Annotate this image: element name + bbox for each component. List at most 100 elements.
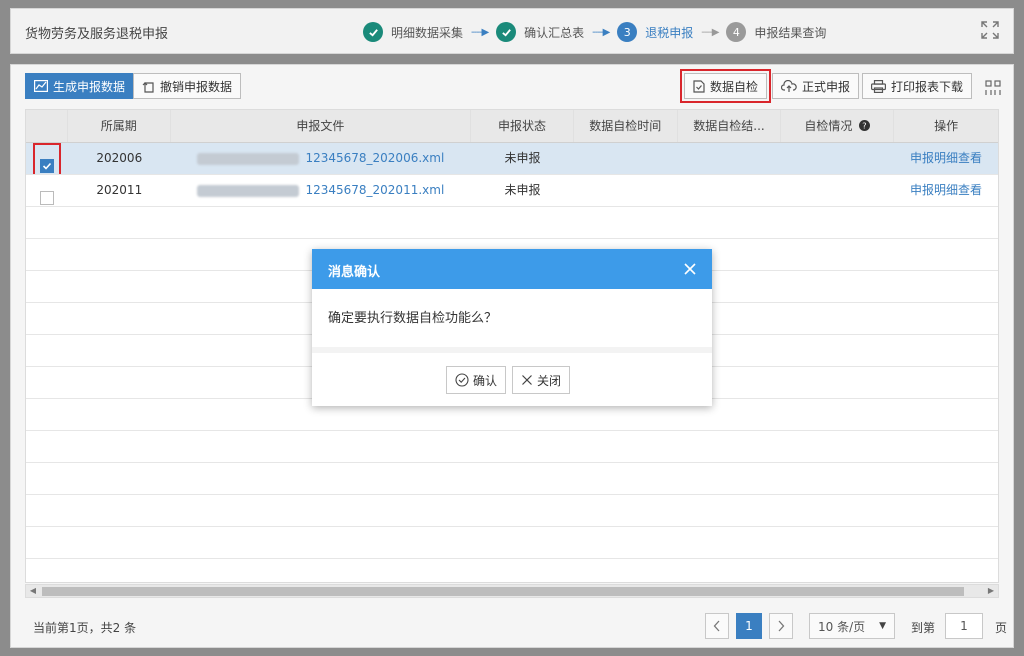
self-check-label: 数据自检 xyxy=(710,79,759,94)
grid-icon[interactable] xyxy=(985,80,1001,96)
dialog-divider xyxy=(312,347,712,353)
revoke-data-button[interactable]: 撤销申报数据 xyxy=(133,73,242,99)
confirm-button[interactable]: 确认 xyxy=(446,366,507,394)
step-2: 确认汇总表 xyxy=(496,22,584,42)
step-number: 4 xyxy=(726,22,747,42)
header-bar: 货物劳务及服务退税申报 明细数据采集 ----▶ 确认汇总表 ----▶ 3 退… xyxy=(10,8,1014,54)
row-select-cell xyxy=(26,143,68,174)
svg-text:?: ? xyxy=(863,121,867,131)
cloud-upload-icon xyxy=(781,79,797,92)
row-checkbox[interactable] xyxy=(35,177,59,206)
step-4: 4 申报结果查询 xyxy=(726,22,826,42)
status-cell: 未申报 xyxy=(504,151,541,165)
scroll-right-icon[interactable]: ▶ xyxy=(984,585,998,597)
dialog-header: 消息确认 xyxy=(312,249,712,289)
check-state-cell xyxy=(781,143,894,174)
arrow-icon: ----▶ xyxy=(592,26,610,38)
horizontal-scrollbar[interactable]: ◀ ▶ xyxy=(25,584,999,598)
check-circle-icon xyxy=(455,373,469,387)
table-row[interactable]: 202011 12345678_202011.xml 未申报 申报明细查看 xyxy=(26,175,998,207)
page-size-value: 10 条/页 xyxy=(818,619,866,634)
check-result-cell xyxy=(678,143,782,174)
scroll-left-icon[interactable]: ◀ xyxy=(26,585,40,597)
step-progress: 明细数据采集 ----▶ 确认汇总表 ----▶ 3 退税申报 ----▶ 4 … xyxy=(363,21,826,43)
file-link[interactable]: 12345678_202006.xml xyxy=(305,151,444,165)
action-cell: 申报明细查看 xyxy=(894,143,998,174)
close-label: 关闭 xyxy=(537,373,562,388)
close-icon[interactable] xyxy=(682,261,698,277)
empty-row xyxy=(26,463,998,495)
close-button[interactable]: 关闭 xyxy=(512,366,571,394)
file-link[interactable]: 12345678_202011.xml xyxy=(305,183,444,197)
column-header: 申报文件 xyxy=(171,110,472,142)
self-check-button[interactable]: 数据自检 xyxy=(679,69,772,103)
step-label: 确认汇总表 xyxy=(524,25,585,40)
file-cell: 12345678_202011.xml xyxy=(171,175,471,206)
pagination-info: 当前第1页，共2 条 xyxy=(33,621,137,635)
next-page-button[interactable] xyxy=(769,613,793,639)
empty-row xyxy=(26,559,998,582)
period-cell: 202006 xyxy=(96,151,143,165)
empty-row xyxy=(26,431,998,463)
goto-label: 到第 xyxy=(911,621,936,635)
chevron-left-icon xyxy=(713,620,720,632)
help-icon[interactable]: ? xyxy=(859,120,871,131)
fullscreen-icon[interactable] xyxy=(981,21,999,39)
caret-down-icon: ▼ xyxy=(879,621,886,631)
submit-button[interactable]: 正式申报 xyxy=(772,73,860,99)
print-download-button[interactable]: 打印报表下载 xyxy=(862,73,973,99)
step-1: 明细数据采集 xyxy=(363,22,463,42)
column-header: 数据自检结... xyxy=(678,110,782,142)
submit-label: 正式申报 xyxy=(802,79,851,94)
empty-row xyxy=(26,495,998,527)
step-label: 申报结果查询 xyxy=(754,25,827,40)
check-icon xyxy=(496,22,517,42)
dialog-title: 消息确认 xyxy=(328,265,381,280)
close-icon xyxy=(522,375,532,385)
chevron-right-icon xyxy=(778,620,785,632)
step-3: 3 退税申报 xyxy=(617,22,693,42)
status-cell: 未申报 xyxy=(504,183,541,197)
revoke-icon xyxy=(142,81,154,93)
column-header-label: 自检情况 xyxy=(804,119,853,133)
check-icon xyxy=(363,22,383,42)
column-header-select xyxy=(26,110,68,142)
row-select-cell xyxy=(26,175,68,206)
check-time-cell xyxy=(574,143,678,174)
page-unit-label: 页 xyxy=(995,621,1008,635)
table-row[interactable]: 202006 12345678_202006.xml 未申报 申报明细查看 xyxy=(26,143,998,175)
page-number-button[interactable]: 1 xyxy=(736,613,762,639)
arrow-icon: ----▶ xyxy=(471,26,489,38)
check-time-cell xyxy=(574,175,678,206)
app-page: 货物劳务及服务退税申报 明细数据采集 ----▶ 确认汇总表 ----▶ 3 退… xyxy=(0,0,1024,656)
column-header: 所属期 xyxy=(68,110,171,142)
row-checkbox[interactable] xyxy=(32,143,61,174)
checkbox-unchecked-icon xyxy=(39,190,54,205)
step-label: 明细数据采集 xyxy=(391,25,464,40)
file-cell: 12345678_202006.xml xyxy=(171,143,471,174)
generate-data-button[interactable]: 生成申报数据 xyxy=(25,73,135,99)
page-size-select[interactable]: 10 条/页 ▼ xyxy=(809,613,895,639)
chart-icon xyxy=(34,80,48,92)
check-state-cell xyxy=(781,175,894,206)
column-header: 操作 xyxy=(934,119,959,133)
column-header-check-state: 自检情况 ? xyxy=(781,110,895,142)
confirm-label: 确认 xyxy=(473,373,498,388)
printer-icon xyxy=(871,79,886,93)
confirm-dialog: 消息确认 确定要执行数据自检功能么？ 确认 关闭 xyxy=(312,249,712,406)
app-title: 货物劳务及服务退税申报 xyxy=(25,27,169,42)
dialog-message: 确定要执行数据自检功能么？ xyxy=(328,311,498,326)
empty-row xyxy=(26,207,998,239)
action-cell: 申报明细查看 xyxy=(894,175,998,206)
step-number: 3 xyxy=(617,22,638,42)
table-header: 所属期 申报文件 申报状态 数据自检时间 数据自检结... 自检情况 ? 操作 xyxy=(26,110,998,143)
revoke-data-label: 撤销申报数据 xyxy=(160,79,233,94)
view-detail-link[interactable]: 申报明细查看 xyxy=(910,183,982,197)
column-header: 申报状态 xyxy=(471,110,574,142)
scrollbar-thumb[interactable] xyxy=(42,587,964,596)
check-result-cell xyxy=(678,175,782,206)
view-detail-link[interactable]: 申报明细查看 xyxy=(910,151,982,165)
goto-page-input[interactable]: 1 xyxy=(945,613,983,639)
prev-page-button[interactable] xyxy=(705,613,729,639)
period-cell: 202011 xyxy=(96,183,143,197)
